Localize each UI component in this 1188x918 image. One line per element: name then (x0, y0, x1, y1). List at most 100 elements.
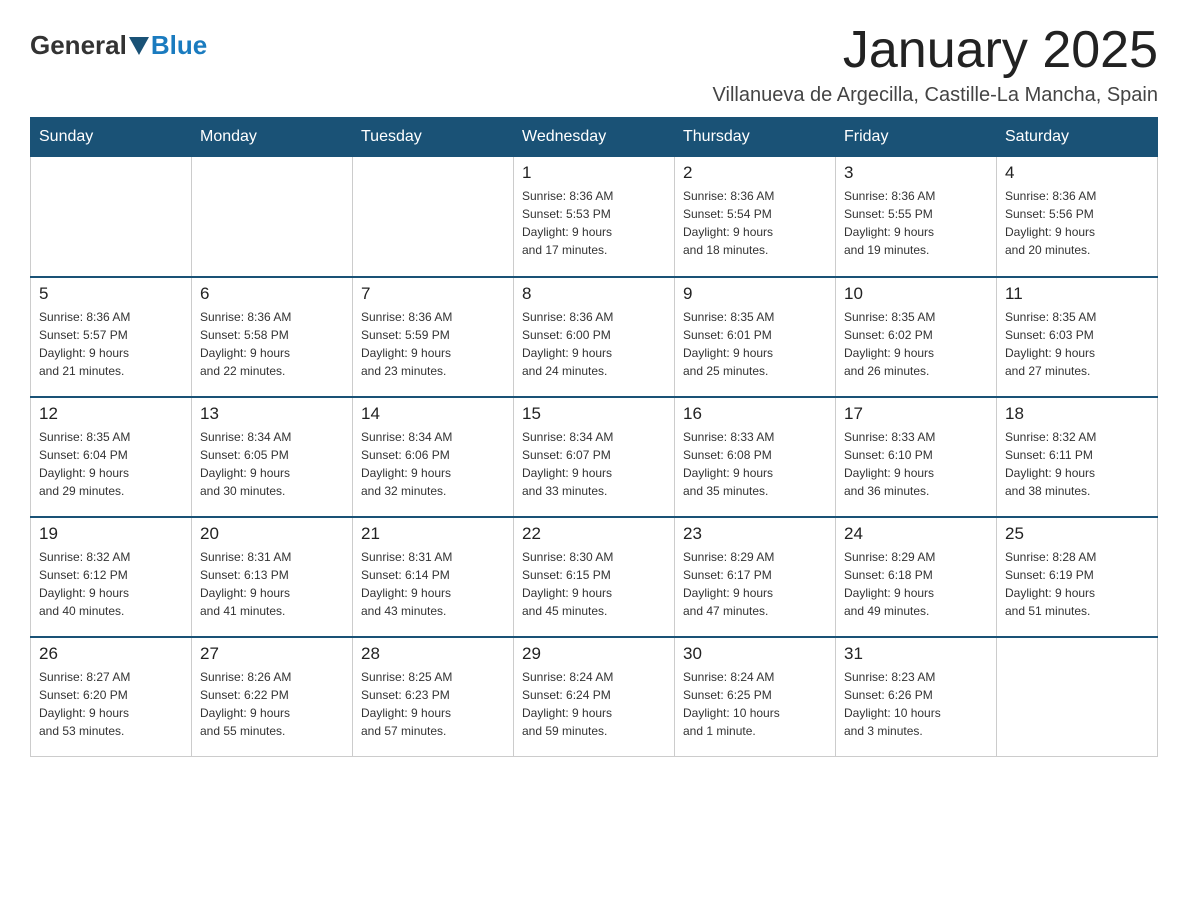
weekday-header-wednesday: Wednesday (514, 118, 675, 157)
weekday-header-friday: Friday (836, 118, 997, 157)
calendar-cell (997, 637, 1158, 757)
calendar-cell (353, 157, 514, 277)
day-info: Sunrise: 8:34 AM Sunset: 6:05 PM Dayligh… (200, 428, 344, 500)
calendar-cell: 3Sunrise: 8:36 AM Sunset: 5:55 PM Daylig… (836, 157, 997, 277)
calendar-cell: 27 Sunrise: 8:26 AM Sunset: 6:22 PM Dayli… (192, 637, 353, 757)
day-number: 15 (522, 404, 666, 424)
day-number: 9 (683, 284, 827, 304)
weekday-header-saturday: Saturday (997, 118, 1158, 157)
day-info: Sunrise: 8:34 AM Sunset: 6:06 PM Dayligh… (361, 428, 505, 500)
calendar-cell: 17 Sunrise: 8:33 AM Sunset: 6:10 PM Dayli… (836, 397, 997, 517)
calendar-cell: 23Sunrise: 8:29 AM Sunset: 6:17 PM Dayli… (675, 517, 836, 637)
day-number: 26 (39, 644, 183, 664)
day-number: 1 (522, 163, 666, 183)
day-info: Sunrise: 8:27 AM Sunset: 6:20 PM Dayligh… (39, 668, 183, 740)
day-number: 16 (683, 404, 827, 424)
calendar-cell: 8 Sunrise: 8:36 AM Sunset: 6:00 PM Daylig… (514, 277, 675, 397)
day-info: Sunrise: 8:36 AM Sunset: 5:58 PM Dayligh… (200, 308, 344, 380)
calendar-cell: 9 Sunrise: 8:35 AM Sunset: 6:01 PM Daylig… (675, 277, 836, 397)
day-info: Sunrise: 8:33 AM Sunset: 6:08 PM Dayligh… (683, 428, 827, 500)
calendar-cell: 1 Sunrise: 8:36 AM Sunset: 5:53 PM Daylig… (514, 157, 675, 277)
logo-blue-text: Blue (151, 30, 207, 61)
day-info: Sunrise: 8:23 AM Sunset: 6:26 PM Dayligh… (844, 668, 988, 740)
calendar-cell: 6Sunrise: 8:36 AM Sunset: 5:58 PM Daylig… (192, 277, 353, 397)
day-number: 22 (522, 524, 666, 544)
day-number: 5 (39, 284, 183, 304)
header: General Blue January 2025 Villanueva de … (30, 20, 1158, 107)
day-info: Sunrise: 8:31 AM Sunset: 6:13 PM Dayligh… (200, 548, 344, 620)
day-info: Sunrise: 8:29 AM Sunset: 6:17 PM Dayligh… (683, 548, 827, 620)
day-number: 2 (683, 163, 827, 183)
calendar-cell: 31 Sunrise: 8:23 AM Sunset: 6:26 PM Dayli… (836, 637, 997, 757)
day-number: 10 (844, 284, 988, 304)
weekday-header-thursday: Thursday (675, 118, 836, 157)
calendar-cell: 2 Sunrise: 8:36 AM Sunset: 5:54 PM Daylig… (675, 157, 836, 277)
calendar-week-row: 5 Sunrise: 8:36 AM Sunset: 5:57 PM Daylig… (31, 277, 1158, 397)
day-info: Sunrise: 8:36 AM Sunset: 6:00 PM Dayligh… (522, 308, 666, 380)
day-number: 21 (361, 524, 505, 544)
weekday-header-row: SundayMondayTuesdayWednesdayThursdayFrid… (31, 118, 1158, 157)
day-number: 14 (361, 404, 505, 424)
logo-arrow-icon (129, 37, 149, 55)
day-info: Sunrise: 8:35 AM Sunset: 6:01 PM Dayligh… (683, 308, 827, 380)
day-number: 27 (200, 644, 344, 664)
day-number: 13 (200, 404, 344, 424)
day-number: 25 (1005, 524, 1149, 544)
location-title: Villanueva de Argecilla, Castille-La Man… (713, 84, 1158, 107)
calendar-week-row: 26 Sunrise: 8:27 AM Sunset: 6:20 PM Dayli… (31, 637, 1158, 757)
calendar-cell: 7 Sunrise: 8:36 AM Sunset: 5:59 PM Daylig… (353, 277, 514, 397)
calendar-cell: 18 Sunrise: 8:32 AM Sunset: 6:11 PM Dayli… (997, 397, 1158, 517)
calendar-cell: 4Sunrise: 8:36 AM Sunset: 5:56 PM Daylig… (997, 157, 1158, 277)
day-info: Sunrise: 8:36 AM Sunset: 5:59 PM Dayligh… (361, 308, 505, 380)
logo: General Blue (30, 20, 207, 61)
day-info: Sunrise: 8:36 AM Sunset: 5:57 PM Dayligh… (39, 308, 183, 380)
calendar-cell: 20 Sunrise: 8:31 AM Sunset: 6:13 PM Dayli… (192, 517, 353, 637)
day-number: 24 (844, 524, 988, 544)
logo-general-text: General (30, 30, 127, 61)
calendar-cell: 14 Sunrise: 8:34 AM Sunset: 6:06 PM Dayli… (353, 397, 514, 517)
calendar-cell: 25 Sunrise: 8:28 AM Sunset: 6:19 PM Dayli… (997, 517, 1158, 637)
day-info: Sunrise: 8:35 AM Sunset: 6:03 PM Dayligh… (1005, 308, 1149, 380)
calendar-cell: 26 Sunrise: 8:27 AM Sunset: 6:20 PM Dayli… (31, 637, 192, 757)
day-number: 7 (361, 284, 505, 304)
day-info: Sunrise: 8:26 AM Sunset: 6:22 PM Dayligh… (200, 668, 344, 740)
day-info: Sunrise: 8:36 AM Sunset: 5:56 PM Dayligh… (1005, 187, 1149, 259)
weekday-header-tuesday: Tuesday (353, 118, 514, 157)
weekday-header-sunday: Sunday (31, 118, 192, 157)
calendar-cell: 19Sunrise: 8:32 AM Sunset: 6:12 PM Dayli… (31, 517, 192, 637)
day-info: Sunrise: 8:28 AM Sunset: 6:19 PM Dayligh… (1005, 548, 1149, 620)
weekday-header-monday: Monday (192, 118, 353, 157)
day-info: Sunrise: 8:32 AM Sunset: 6:11 PM Dayligh… (1005, 428, 1149, 500)
day-info: Sunrise: 8:29 AM Sunset: 6:18 PM Dayligh… (844, 548, 988, 620)
calendar-cell: 5 Sunrise: 8:36 AM Sunset: 5:57 PM Daylig… (31, 277, 192, 397)
day-info: Sunrise: 8:35 AM Sunset: 6:04 PM Dayligh… (39, 428, 183, 500)
day-number: 29 (522, 644, 666, 664)
day-info: Sunrise: 8:35 AM Sunset: 6:02 PM Dayligh… (844, 308, 988, 380)
calendar-cell: 11Sunrise: 8:35 AM Sunset: 6:03 PM Dayli… (997, 277, 1158, 397)
day-number: 19 (39, 524, 183, 544)
day-info: Sunrise: 8:24 AM Sunset: 6:25 PM Dayligh… (683, 668, 827, 740)
day-info: Sunrise: 8:36 AM Sunset: 5:53 PM Dayligh… (522, 187, 666, 259)
day-number: 28 (361, 644, 505, 664)
calendar-cell: 10 Sunrise: 8:35 AM Sunset: 6:02 PM Dayli… (836, 277, 997, 397)
day-info: Sunrise: 8:34 AM Sunset: 6:07 PM Dayligh… (522, 428, 666, 500)
calendar-cell: 22 Sunrise: 8:30 AM Sunset: 6:15 PM Dayli… (514, 517, 675, 637)
calendar-cell: 29Sunrise: 8:24 AM Sunset: 6:24 PM Dayli… (514, 637, 675, 757)
calendar-table: SundayMondayTuesdayWednesdayThursdayFrid… (30, 117, 1158, 757)
day-number: 31 (844, 644, 988, 664)
day-number: 3 (844, 163, 988, 183)
calendar-cell: 15 Sunrise: 8:34 AM Sunset: 6:07 PM Dayli… (514, 397, 675, 517)
day-number: 8 (522, 284, 666, 304)
day-info: Sunrise: 8:25 AM Sunset: 6:23 PM Dayligh… (361, 668, 505, 740)
day-number: 18 (1005, 404, 1149, 424)
calendar-cell: 24 Sunrise: 8:29 AM Sunset: 6:18 PM Dayli… (836, 517, 997, 637)
month-title: January 2025 (713, 20, 1158, 80)
day-info: Sunrise: 8:30 AM Sunset: 6:15 PM Dayligh… (522, 548, 666, 620)
day-info: Sunrise: 8:36 AM Sunset: 5:54 PM Dayligh… (683, 187, 827, 259)
day-number: 20 (200, 524, 344, 544)
calendar-week-row: 1 Sunrise: 8:36 AM Sunset: 5:53 PM Daylig… (31, 157, 1158, 277)
day-info: Sunrise: 8:33 AM Sunset: 6:10 PM Dayligh… (844, 428, 988, 500)
calendar-cell: 16 Sunrise: 8:33 AM Sunset: 6:08 PM Dayli… (675, 397, 836, 517)
calendar-cell: 21Sunrise: 8:31 AM Sunset: 6:14 PM Dayli… (353, 517, 514, 637)
day-number: 17 (844, 404, 988, 424)
